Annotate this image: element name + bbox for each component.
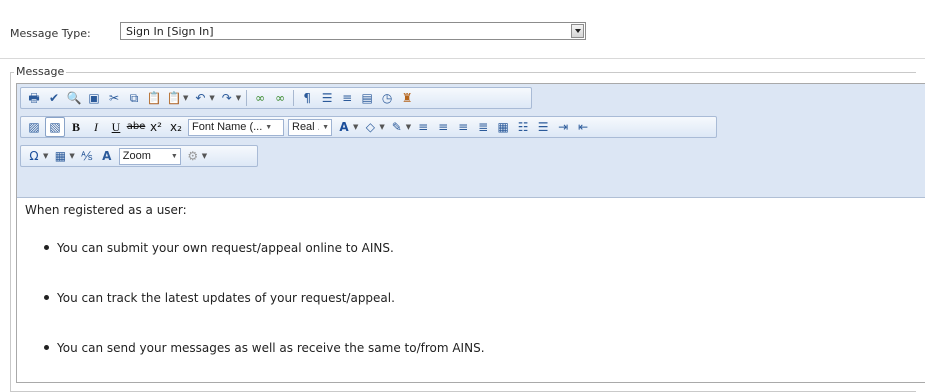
font-size-value: Real ...: [292, 121, 319, 133]
message-type-value: Sign In [Sign In]: [126, 25, 214, 38]
justify-icon[interactable]: ≣: [474, 118, 492, 136]
spellcheck-icon[interactable]: ✔: [45, 89, 63, 107]
list-item-text: You can submit your own request/appeal o…: [57, 241, 394, 255]
bullet-icon: [44, 295, 49, 300]
chevron-down-icon[interactable]: ▼: [183, 94, 188, 102]
align-center-icon[interactable]: ≡: [434, 118, 452, 136]
hyperlink-icon[interactable]: ∞: [251, 89, 269, 107]
zoom-select[interactable]: Zoom ▼: [118, 147, 181, 165]
print-icon[interactable]: 🖶: [25, 89, 43, 107]
chevron-down-icon[interactable]: ▼: [43, 152, 48, 160]
chevron-down-icon: ▼: [170, 152, 178, 160]
outdent-icon[interactable]: ⇤: [574, 118, 592, 136]
subscript-icon[interactable]: x₂: [167, 118, 185, 136]
undo-icon[interactable]: ↶: [191, 89, 209, 107]
indent-icon[interactable]: ⇥: [554, 118, 572, 136]
list-item: You can send your messages as well as re…: [44, 341, 485, 355]
message-type-row: Message Type: Sign In [Sign In]: [0, 0, 925, 59]
chevron-down-icon[interactable]: ▼: [379, 123, 384, 131]
font-name-select[interactable]: Font Name (... ▼: [188, 118, 284, 136]
align-left-icon[interactable]: ≡: [414, 118, 432, 136]
table-icon[interactable]: ▦: [51, 147, 69, 165]
message-type-select[interactable]: Sign In [Sign In]: [120, 22, 586, 40]
chevron-down-icon[interactable]: ▼: [209, 94, 214, 102]
chevron-down-icon: [575, 29, 581, 33]
toolbar-row-3: Ω ▼ ▦ ▼ ⅍ A Zoom ▼ ⚙ ▼: [20, 145, 258, 167]
toolbar-row-2: ▨ ▧ B I U abe x² x₂ Font Name (... ▼ Real…: [20, 116, 717, 138]
align-icon[interactable]: ≡: [338, 89, 356, 107]
message-legend: Message: [14, 65, 67, 78]
zoom-value: Zoom: [122, 150, 151, 162]
toolbar-row-1: 🖶 ✔ 🔍 ▣ ✂ ⧉ 📋 📋 ▼ ↶ ▼ ↷ ▼ ∞ ∞ ¶ ☰ ≡ ▤ ◷ ♜: [20, 87, 532, 109]
apply-css-icon[interactable]: ✎: [388, 118, 406, 136]
chevron-down-icon[interactable]: ▼: [69, 152, 74, 160]
chevron-down-icon[interactable]: ▼: [353, 123, 358, 131]
toolbar-separator: [293, 90, 295, 106]
module-manager-icon[interactable]: ⚙: [184, 147, 202, 165]
bold-icon[interactable]: B: [67, 118, 85, 136]
insert-paragraph-icon[interactable]: ☰: [318, 89, 336, 107]
font-size-select[interactable]: Real ...▼: [288, 118, 332, 136]
insert-date-icon[interactable]: ◷: [378, 89, 396, 107]
justify-none-icon[interactable]: ▦: [494, 118, 512, 136]
italic-icon[interactable]: I: [87, 118, 105, 136]
chevron-down-icon[interactable]: ▼: [202, 152, 207, 160]
remove-link-icon[interactable]: ∞: [271, 89, 289, 107]
paste-options-icon[interactable]: 📋: [165, 89, 183, 107]
cut-icon[interactable]: ✂: [105, 89, 123, 107]
align-right-icon[interactable]: ≡: [454, 118, 472, 136]
symbol-icon[interactable]: Ω: [25, 147, 43, 165]
chevron-down-icon: ▼: [322, 123, 329, 131]
image-manager-icon[interactable]: ▨: [25, 118, 43, 136]
font-color-icon[interactable]: A: [335, 118, 353, 136]
paragraph-icon[interactable]: ¶: [298, 89, 316, 107]
list-item-text: You can send your messages as well as re…: [57, 341, 485, 355]
chevron-down-icon[interactable]: ▼: [406, 123, 411, 131]
list-item-text: You can track the latest updates of your…: [57, 291, 395, 305]
select-all-icon[interactable]: ▣: [85, 89, 103, 107]
superscript-icon[interactable]: x²: [147, 118, 165, 136]
toolbar-separator: [246, 90, 248, 106]
strikethrough-icon[interactable]: abe: [127, 118, 146, 136]
strip-formatting-icon[interactable]: ⅍: [78, 147, 96, 165]
dropdown-button[interactable]: [571, 24, 584, 38]
list-item: You can track the latest updates of your…: [44, 291, 395, 305]
format-painter-icon[interactable]: ♜: [398, 89, 416, 107]
font-name-value: Font Name (...: [192, 121, 263, 133]
copy-icon[interactable]: ⧉: [125, 89, 143, 107]
bullet-icon: [44, 345, 49, 350]
chevron-down-icon: ▼: [265, 123, 273, 131]
intro-text: When registered as a user:: [25, 203, 187, 217]
redo-icon[interactable]: ↷: [218, 89, 236, 107]
find-icon[interactable]: 🔍: [65, 89, 83, 107]
form-element-icon[interactable]: ▤: [358, 89, 376, 107]
underline-icon[interactable]: U: [107, 118, 125, 136]
bullet-icon: [44, 245, 49, 250]
background-color-icon[interactable]: ◇: [361, 118, 379, 136]
rich-text-editor: 🖶 ✔ 🔍 ▣ ✂ ⧉ 📋 📋 ▼ ↶ ▼ ↷ ▼ ∞ ∞ ¶ ☰ ≡ ▤ ◷ ♜ ▨…: [16, 83, 925, 383]
message-type-label: Message Type:: [10, 27, 91, 40]
paste-icon[interactable]: 📋: [145, 89, 163, 107]
bullet-list-icon[interactable]: ☷: [514, 118, 532, 136]
editor-toolbars: 🖶 ✔ 🔍 ▣ ✂ ⧉ 📋 📋 ▼ ↶ ▼ ↷ ▼ ∞ ∞ ¶ ☰ ≡ ▤ ◷ ♜ ▨…: [17, 84, 925, 198]
numbered-list-icon[interactable]: ☰: [534, 118, 552, 136]
chevron-down-icon[interactable]: ▼: [236, 94, 241, 102]
design-mode-icon[interactable]: ▧: [45, 117, 65, 137]
list-item: You can submit your own request/appeal o…: [44, 241, 394, 255]
text-formatting-icon[interactable]: A: [98, 147, 116, 165]
